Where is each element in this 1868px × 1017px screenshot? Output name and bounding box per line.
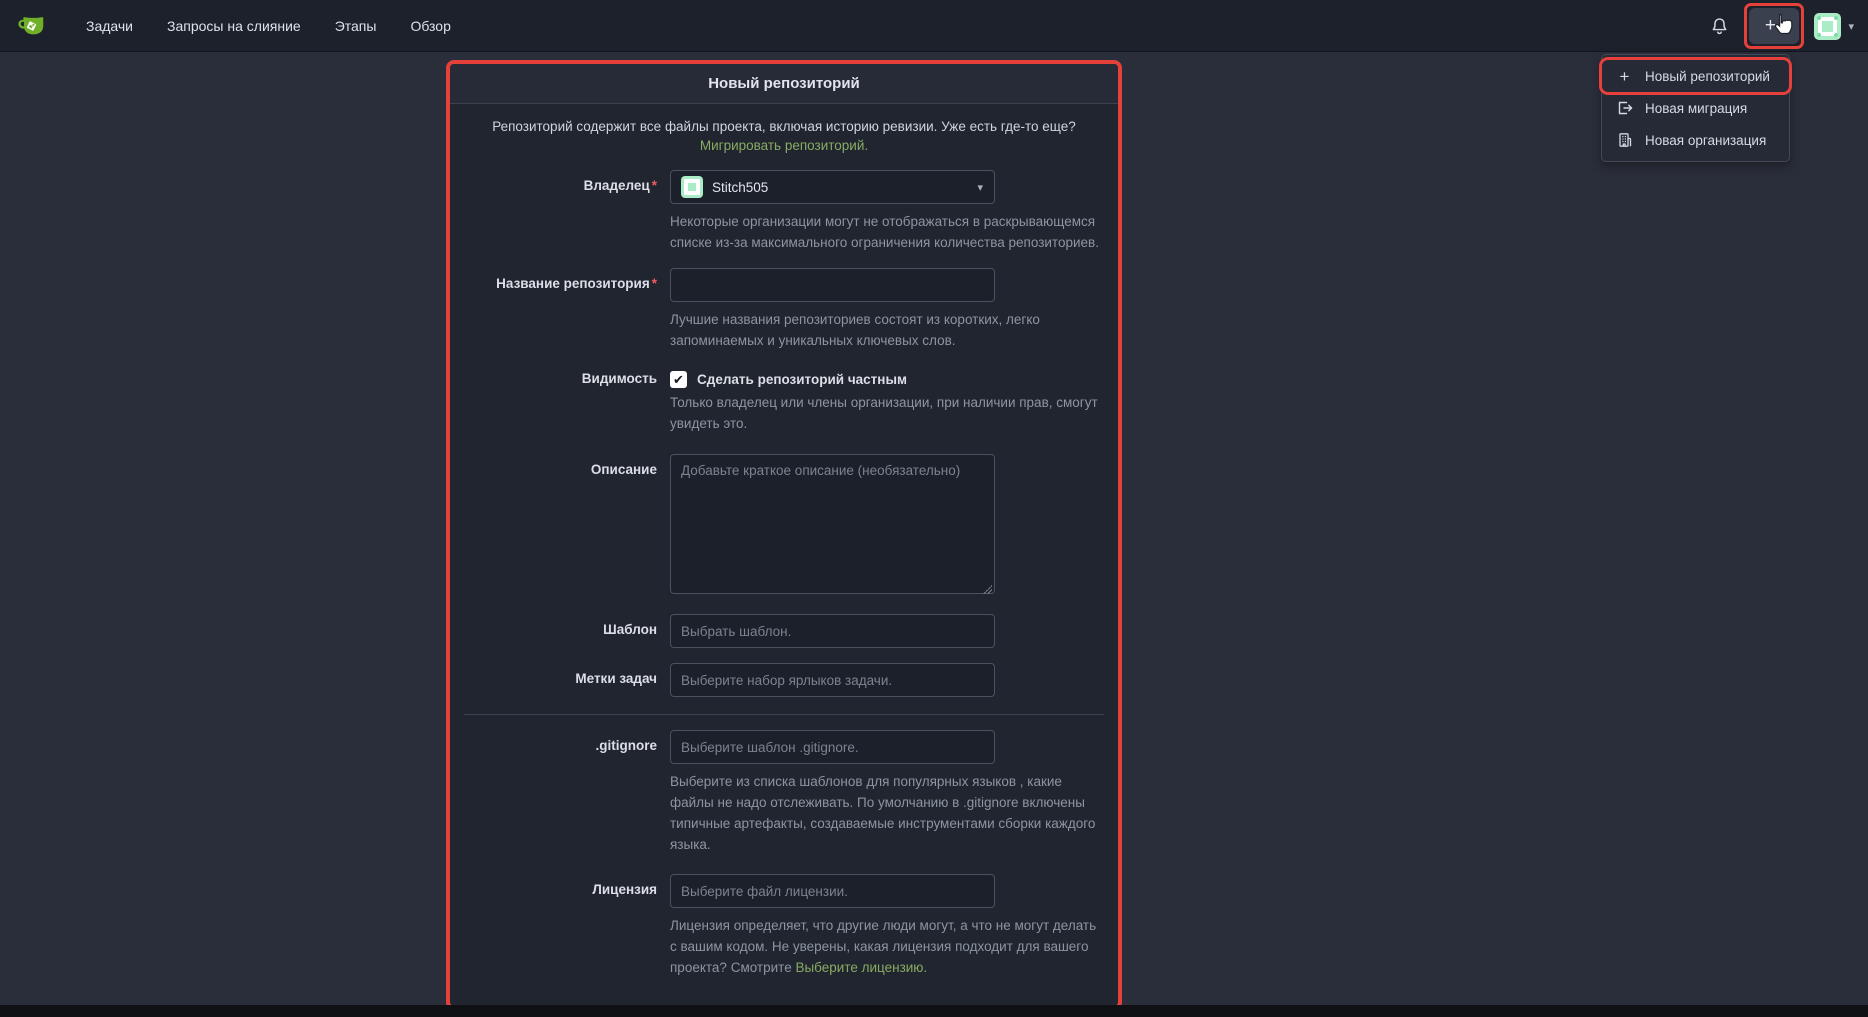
menu-item-label: Новая миграция — [1645, 101, 1747, 116]
issue-labels-row: Метки задач — [464, 663, 1104, 697]
description-label-text: Описание — [591, 462, 657, 477]
owner-select[interactable]: Stitch505 ▾ — [670, 170, 995, 204]
gitignore-label-text: .gitignore — [596, 738, 658, 753]
license-label: Лицензия — [464, 874, 670, 978]
menu-item-label: Новый репозиторий — [1645, 69, 1770, 84]
form-intro: Репозиторий содержит все файлы проекта, … — [488, 117, 1080, 155]
required-asterisk: * — [652, 276, 657, 291]
repo-name-row: Название репозитория* Лучшие названия ре… — [464, 268, 1104, 351]
license-row: Лицензия Лицензия определяет, что другие… — [464, 874, 1104, 978]
user-menu-chevron-down-icon[interactable]: ▾ — [1848, 20, 1854, 33]
chevron-down-icon: ▾ — [977, 181, 983, 194]
owner-row: Владелец* Stitch505 ▾ Некоторые организа… — [464, 170, 1104, 253]
repo-name-help-text: Лучшие названия репозиториев состоят из … — [670, 309, 1104, 351]
visibility-row: Видимость ✔ Сделать репозиторий частным … — [464, 366, 1104, 434]
form-body: Репозиторий содержит все файлы проекта, … — [450, 104, 1118, 978]
owner-selected-value: Stitch505 — [712, 180, 768, 195]
template-label-text: Шаблон — [603, 622, 657, 637]
repo-name-label: Название репозитория* — [464, 268, 670, 351]
description-textarea[interactable] — [670, 454, 995, 594]
visibility-help-text: Только владелец или члены организации, п… — [670, 392, 1104, 434]
gitea-logo-icon[interactable] — [17, 11, 47, 41]
top-navbar: Задачи Запросы на слияние Этапы Обзор + … — [0, 0, 1868, 52]
gitignore-input[interactable] — [670, 730, 995, 764]
plus-icon: + — [1616, 68, 1633, 85]
template-row: Шаблон — [464, 614, 1104, 648]
menu-item-label: Новая организация — [1645, 133, 1766, 148]
gitignore-row: .gitignore Выберите из списка шаблонов д… — [464, 730, 1104, 855]
navbar-right-cluster: + ▾ ▾ — [1700, 0, 1854, 52]
gitignore-label: .gitignore — [464, 730, 670, 855]
create-dropdown-menu: + Новый репозиторий Новая миграция Новая… — [1601, 54, 1790, 162]
private-repo-checkbox-label[interactable]: Сделать репозиторий частным — [697, 372, 907, 387]
notifications-bell-icon[interactable] — [1700, 7, 1738, 45]
visibility-label: Видимость — [464, 366, 670, 434]
license-label-text: Лицензия — [592, 882, 657, 897]
create-new-button[interactable]: + ▾ — [1749, 8, 1799, 44]
template-label: Шаблон — [464, 614, 670, 648]
intro-text: Репозиторий содержит все файлы проекта, … — [492, 119, 1076, 134]
issue-labels-label: Метки задач — [464, 663, 670, 697]
owner-label: Владелец* — [464, 170, 670, 253]
owner-label-text: Владелец — [584, 178, 650, 193]
nav-item-explore[interactable]: Обзор — [393, 0, 467, 52]
menu-item-new-repository[interactable]: + Новый репозиторий — [1602, 60, 1789, 92]
section-divider — [464, 714, 1104, 715]
page-bottom-strip — [0, 1005, 1868, 1017]
menu-item-new-organization[interactable]: Новая организация — [1602, 124, 1789, 156]
owner-avatar — [681, 176, 703, 198]
owner-help-text: Некоторые организации могут не отображат… — [670, 211, 1104, 253]
nav-item-issues[interactable]: Задачи — [69, 0, 150, 52]
menu-item-new-migration[interactable]: Новая миграция — [1602, 92, 1789, 124]
migrate-icon — [1616, 100, 1633, 117]
choose-license-link[interactable]: Выберите лицензию. — [795, 960, 927, 975]
private-repo-checkbox[interactable]: ✔ — [670, 371, 687, 388]
repo-name-input[interactable] — [670, 268, 995, 302]
template-input[interactable] — [670, 614, 995, 648]
create-new-annotation-box: + ▾ — [1744, 3, 1804, 49]
description-label: Описание — [464, 454, 670, 599]
chevron-down-icon: ▾ — [1779, 21, 1784, 32]
form-title-text: Новый репозиторий — [708, 75, 860, 92]
license-input[interactable] — [670, 874, 995, 908]
migrate-repository-link[interactable]: Мигрировать репозиторий. — [700, 138, 868, 153]
required-asterisk: * — [652, 178, 657, 193]
user-avatar[interactable] — [1814, 13, 1841, 40]
form-title: Новый репозиторий — [450, 64, 1118, 104]
issue-labels-input[interactable] — [670, 663, 995, 697]
nav-links: Задачи Запросы на слияние Этапы Обзор — [69, 0, 468, 52]
gitignore-help-text: Выберите из списка шаблонов для популярн… — [670, 771, 1104, 855]
nav-item-milestones[interactable]: Этапы — [318, 0, 394, 52]
new-repository-form: Новый репозиторий Репозиторий содержит в… — [446, 60, 1122, 1010]
visibility-label-text: Видимость — [582, 371, 657, 386]
repo-name-label-text: Название репозитория — [496, 276, 650, 291]
plus-icon: + — [1765, 15, 1776, 37]
description-row: Описание — [464, 454, 1104, 599]
organization-icon — [1616, 132, 1633, 149]
issue-labels-label-text: Метки задач — [575, 671, 657, 686]
nav-item-pull-requests[interactable]: Запросы на слияние — [150, 0, 318, 52]
license-help-text: Лицензия определяет, что другие люди мог… — [670, 915, 1104, 978]
